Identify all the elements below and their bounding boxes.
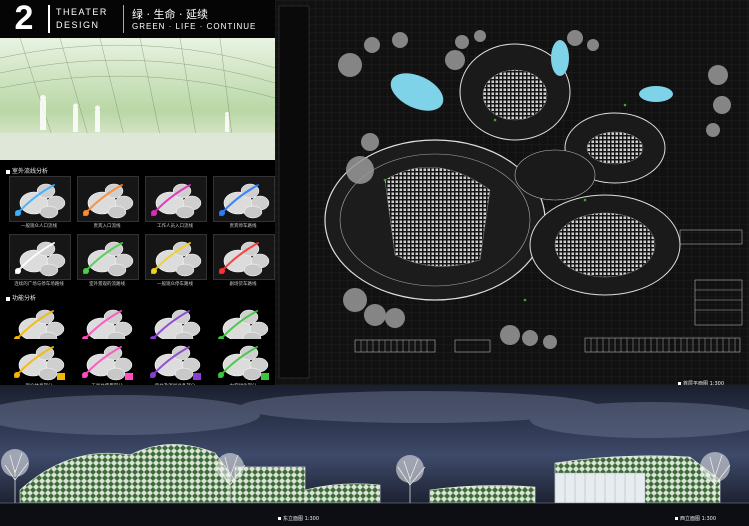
- ground-floor-plan: [275, 0, 749, 385]
- circulation-diagram: [213, 234, 275, 280]
- circulation-diagram: [9, 234, 71, 280]
- header-subtitle-line1: THEATER: [56, 7, 108, 17]
- circulation-diagram-label: 一般观众停车路线: [157, 282, 193, 287]
- circulation-diagram: [77, 234, 139, 280]
- circulation-diagram: [145, 234, 207, 280]
- elevation-east-caption: 东立面图 1:300: [278, 515, 319, 522]
- header-subtitle-line2: DESIGN: [56, 20, 100, 30]
- elevation-west-caption: 西立面图 1:300: [675, 515, 716, 522]
- header-divider: [48, 5, 50, 33]
- circulation-diagram-label: 连续的广场与停车场路线: [14, 282, 64, 287]
- section-marker-icon: [6, 169, 10, 174]
- header-title-en: GREEN · LIFE · CONTINUE: [132, 22, 257, 31]
- elevation-rendering: [0, 385, 749, 526]
- function-section-title: 功能分析: [6, 293, 36, 302]
- circulation-diagram-label: 贵宾入口流线: [93, 224, 121, 229]
- function-legend-swatch: [57, 373, 65, 380]
- header-bar: 2 THEATER DESIGN 绿 · 生命 · 延续 GREEN · LIF…: [0, 0, 275, 38]
- interior-rendering: [0, 38, 275, 160]
- circulation-diagram: [77, 176, 139, 222]
- circulation-diagram: [145, 176, 207, 222]
- circulation-section-title: 室外流线分析: [6, 166, 48, 175]
- caption-marker-icon: [675, 517, 678, 520]
- circulation-diagram-label: 工作人员入口流线: [157, 224, 193, 229]
- sheet-number: 2: [14, 0, 34, 37]
- circulation-diagram-label: 室外景观的流路线: [89, 282, 125, 287]
- header-divider-thin: [123, 5, 124, 33]
- function-legend-swatch: [193, 373, 201, 380]
- circulation-diagram-label: 剧场货车路线: [229, 282, 257, 287]
- circulation-diagram-label: 贵宾停车路线: [229, 224, 257, 229]
- header-title-cn: 绿 · 生命 · 延续: [132, 8, 208, 21]
- function-legend-swatch: [261, 373, 269, 380]
- section-marker-icon: [6, 296, 10, 301]
- circulation-diagram: [213, 176, 275, 222]
- caption-marker-icon: [278, 517, 281, 520]
- circulation-diagram: [9, 176, 71, 222]
- function-legend-swatch: [125, 373, 133, 380]
- circulation-diagram-label: 一般观众人口流线: [21, 224, 57, 229]
